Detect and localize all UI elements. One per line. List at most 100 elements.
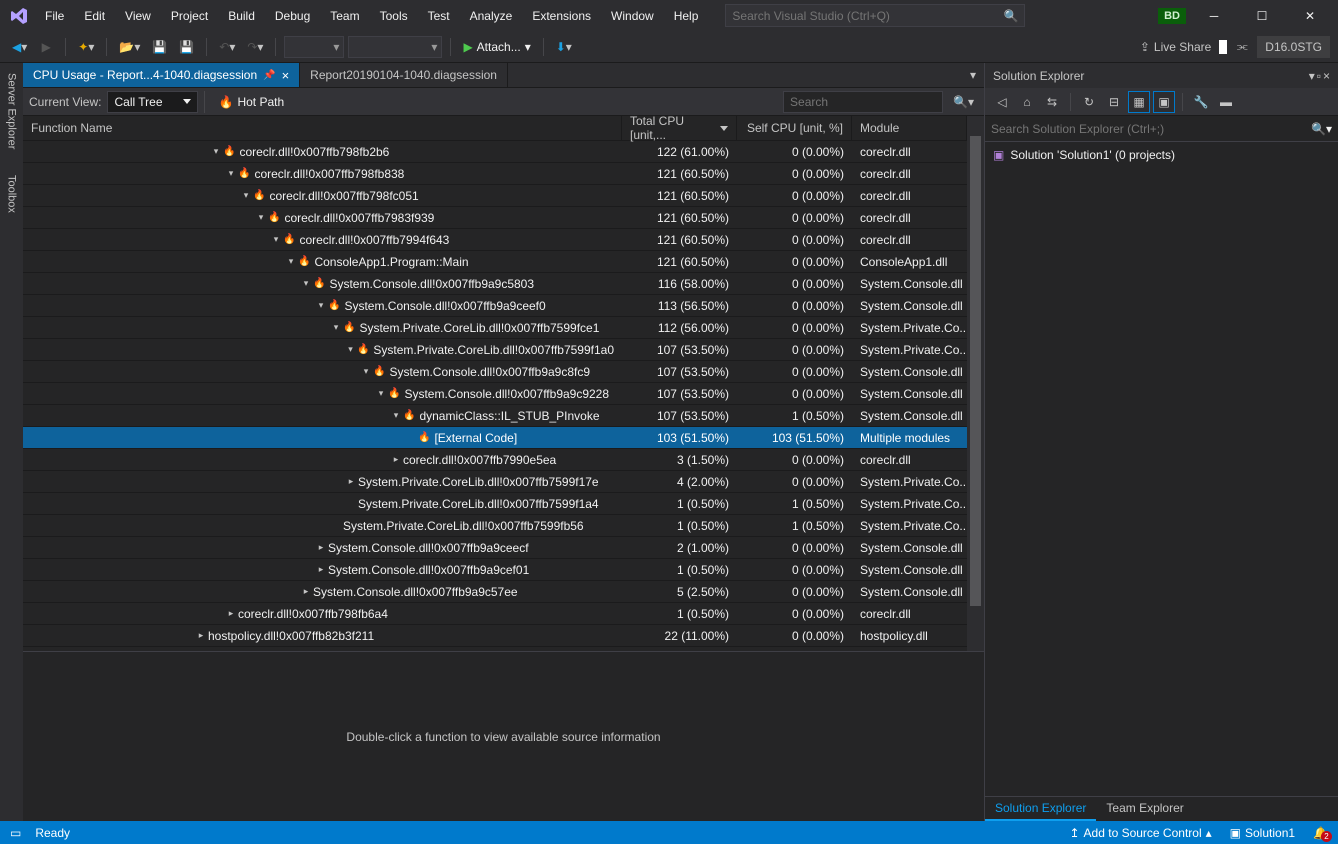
tab-report[interactable]: Report20190104-1040.diagsession (300, 63, 508, 87)
user-badge[interactable]: BD (1158, 8, 1186, 24)
maximize-button[interactable]: ☐ (1242, 3, 1282, 29)
column-module[interactable]: Module (852, 116, 967, 140)
step-button[interactable]: ⬇▾ (552, 36, 576, 58)
expander-icon[interactable]: ▸ (196, 630, 206, 641)
column-function-name[interactable]: Function Name (23, 116, 622, 140)
expander-icon[interactable]: ▸ (391, 454, 401, 465)
menu-analyze[interactable]: Analyze (461, 5, 522, 27)
call-tree-row[interactable]: ▸coreclr.dll!0x007ffb798fb6a41 (0.50%)0 … (23, 603, 967, 625)
redo-button[interactable]: ↷▾ (243, 36, 267, 58)
server-explorer-tab[interactable]: Server Explorer (4, 67, 20, 155)
quick-search[interactable]: 🔍 (725, 4, 1025, 27)
column-total-cpu[interactable]: Total CPU [unit,... (622, 116, 737, 140)
menu-tools[interactable]: Tools (371, 5, 417, 27)
expander-icon[interactable]: ▾ (211, 146, 221, 157)
call-tree-row[interactable]: ▾🔥System.Console.dll!0x007ffb9a9c9228107… (23, 383, 967, 405)
view-switch-button[interactable]: ▬ (1215, 91, 1237, 113)
call-tree-row[interactable]: System.Private.CoreLib.dll!0x007ffb7599f… (23, 515, 967, 537)
quick-search-input[interactable] (732, 9, 1003, 23)
call-tree-row[interactable]: ▾🔥coreclr.dll!0x007ffb798fb838121 (60.50… (23, 163, 967, 185)
scrollbar-thumb[interactable] (970, 136, 981, 606)
expander-icon[interactable]: ▾ (271, 234, 281, 245)
solution-search-input[interactable] (991, 122, 1311, 136)
panel-menu-icon[interactable]: ▾ (1309, 69, 1315, 83)
expander-icon[interactable]: ▾ (286, 256, 296, 267)
tab-solution-explorer[interactable]: Solution Explorer (985, 797, 1096, 821)
column-self-cpu[interactable]: Self CPU [unit, %] (737, 116, 852, 140)
nav-forward-button[interactable]: ▶ (35, 36, 57, 58)
grid-body[interactable]: ▾🔥coreclr.dll!0x007ffb798fb2b6122 (61.00… (23, 141, 967, 651)
solution-status[interactable]: ▣ Solution1 (1230, 826, 1295, 840)
toolbox-tab[interactable]: Toolbox (4, 169, 20, 219)
menu-edit[interactable]: Edit (75, 5, 114, 27)
call-tree-row[interactable]: System.Private.CoreLib.dll!0x007ffb7599f… (23, 493, 967, 515)
expander-icon[interactable]: ▸ (316, 564, 326, 575)
call-tree-row[interactable]: ▾🔥coreclr.dll!0x007ffb7983f939121 (60.50… (23, 207, 967, 229)
add-source-control-button[interactable]: ↥ Add to Source Control ▴ (1069, 826, 1211, 840)
hot-path-button[interactable]: 🔥 Hot Path (211, 91, 293, 113)
sync-button[interactable]: ⇆ (1041, 91, 1063, 113)
expander-icon[interactable]: ▾ (316, 300, 326, 311)
solution-platform-dropdown[interactable]: ▾ (348, 36, 442, 58)
open-file-button[interactable]: 📂▾ (115, 36, 144, 58)
expander-icon[interactable]: ▾ (256, 212, 266, 223)
search-options-button[interactable]: 🔍▾ (949, 91, 978, 113)
preview-button[interactable]: ▣ (1153, 91, 1175, 113)
save-button[interactable]: 💾 (148, 36, 171, 58)
save-all-button[interactable]: 💾 (175, 36, 198, 58)
call-tree-row[interactable]: ▸System.Console.dll!0x007ffb9a9cef011 (0… (23, 559, 967, 581)
solution-config-dropdown[interactable]: ▾ (284, 36, 344, 58)
show-all-files-button[interactable]: ▦ (1128, 91, 1150, 113)
properties-button[interactable]: 🔧 (1190, 91, 1212, 113)
expander-icon[interactable]: ▾ (226, 168, 236, 179)
undo-button[interactable]: ↶▾ (215, 36, 239, 58)
call-tree-row[interactable]: ▾🔥ConsoleApp1.Program::Main121 (60.50%)0… (23, 251, 967, 273)
nav-back-button[interactable]: ◀▾ (8, 36, 31, 58)
expander-icon[interactable]: ▸ (226, 608, 236, 619)
panel-close-icon[interactable]: × (1323, 69, 1330, 83)
call-tree-row[interactable]: 🔥[External Code]103 (51.50%)103 (51.50%)… (23, 427, 967, 449)
panel-pin-icon[interactable]: ▫ (1317, 69, 1321, 83)
call-tree-row[interactable]: ▾🔥coreclr.dll!0x007ffb798fb2b6122 (61.00… (23, 141, 967, 163)
menu-test[interactable]: Test (419, 5, 459, 27)
call-tree-row[interactable]: ▸System.Private.CoreLib.dll!0x007ffb7599… (23, 471, 967, 493)
call-tree-row[interactable]: ▾🔥System.Private.CoreLib.dll!0x007ffb759… (23, 339, 967, 361)
vertical-scrollbar[interactable] (967, 116, 984, 651)
pin-icon[interactable]: 📌 (263, 70, 275, 81)
call-tree-row[interactable]: ▾🔥System.Private.CoreLib.dll!0x007ffb759… (23, 317, 967, 339)
menu-build[interactable]: Build (219, 5, 264, 27)
menu-file[interactable]: File (36, 5, 73, 27)
call-tree-row[interactable]: ▸System.Console.dll!0x007ffb9a9ceecf2 (1… (23, 537, 967, 559)
menu-help[interactable]: Help (665, 5, 708, 27)
close-tab-icon[interactable]: × (282, 68, 290, 83)
call-tree-row[interactable]: ▾🔥coreclr.dll!0x007ffb798fc051121 (60.50… (23, 185, 967, 207)
solution-search[interactable]: 🔍▾ (985, 116, 1338, 142)
expander-icon[interactable]: ▾ (376, 388, 386, 399)
menu-team[interactable]: Team (321, 5, 368, 27)
expander-icon[interactable]: ▸ (301, 586, 311, 597)
new-project-button[interactable]: ✦▾ (74, 36, 98, 58)
call-tree-row[interactable]: ▸coreclr.dll!0x007ffb7990e5ea3 (1.50%)0 … (23, 449, 967, 471)
menu-debug[interactable]: Debug (266, 5, 319, 27)
refresh-button[interactable]: ↻ (1078, 91, 1100, 113)
home-button[interactable]: ⌂ (1016, 91, 1038, 113)
expander-icon[interactable]: ▾ (301, 278, 311, 289)
menu-view[interactable]: View (116, 5, 160, 27)
expander-icon[interactable]: ▸ (346, 476, 356, 487)
back-button[interactable]: ◁ (991, 91, 1013, 113)
minimize-button[interactable]: ─ (1194, 3, 1234, 29)
feedback-button[interactable]: ⫘ (1231, 36, 1253, 58)
call-tree-row[interactable]: ▸System.Console.dll!0x007ffb9a9c57ee5 (2… (23, 581, 967, 603)
solution-root-node[interactable]: ▣ Solution 'Solution1' (0 projects) (985, 146, 1338, 164)
tabs-overflow-button[interactable]: ▾ (962, 63, 984, 87)
notifications-button[interactable]: 🔔 2 (1313, 826, 1328, 840)
liveshare-button[interactable]: ⇪ Live Share (1140, 40, 1227, 54)
solution-tree[interactable]: ▣ Solution 'Solution1' (0 projects) (985, 142, 1338, 796)
call-tree-row[interactable]: ▾🔥System.Console.dll!0x007ffb9a9c5803116… (23, 273, 967, 295)
expander-icon[interactable]: ▾ (346, 344, 355, 355)
expander-icon[interactable]: ▾ (241, 190, 251, 201)
expander-icon[interactable]: ▾ (361, 366, 371, 377)
function-search-input[interactable] (790, 95, 945, 109)
tab-team-explorer[interactable]: Team Explorer (1096, 797, 1193, 821)
call-tree-row[interactable]: ▾🔥coreclr.dll!0x007ffb7994f643121 (60.50… (23, 229, 967, 251)
